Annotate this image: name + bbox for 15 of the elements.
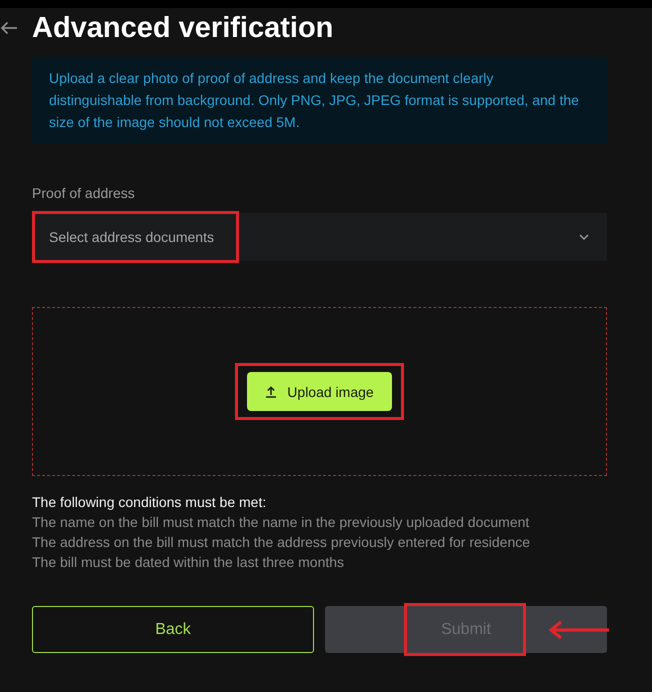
condition-text: The name on the bill must match the name in the previously uploaded document [32, 513, 530, 532]
chevron-down-icon [579, 234, 589, 240]
address-document-select[interactable]: Select address documents [32, 213, 607, 261]
back-button[interactable]: Back [32, 606, 314, 653]
upload-image-button[interactable]: Upload image [247, 372, 392, 411]
back-arrow-icon[interactable] [0, 21, 18, 35]
conditions-heading: The following conditions must be met: [32, 493, 268, 512]
select-placeholder: Select address documents [49, 229, 214, 245]
page-title: Advanced verification [32, 11, 334, 46]
upload-icon [265, 386, 278, 398]
upload-dropzone[interactable]: Upload image [32, 307, 607, 476]
condition-text: The address on the bill must match the address previously entered for residence [32, 533, 532, 552]
info-notice: Upload a clear photo of proof of address and keep the document clearly distinguishable from background. Only PNG, JPG, JPEG format is supported, and the size of the image should not exceed 5M. [32, 57, 607, 143]
field-label: Proof of address [32, 184, 136, 203]
condition-text: The bill must be dated within the last three months [32, 553, 346, 572]
